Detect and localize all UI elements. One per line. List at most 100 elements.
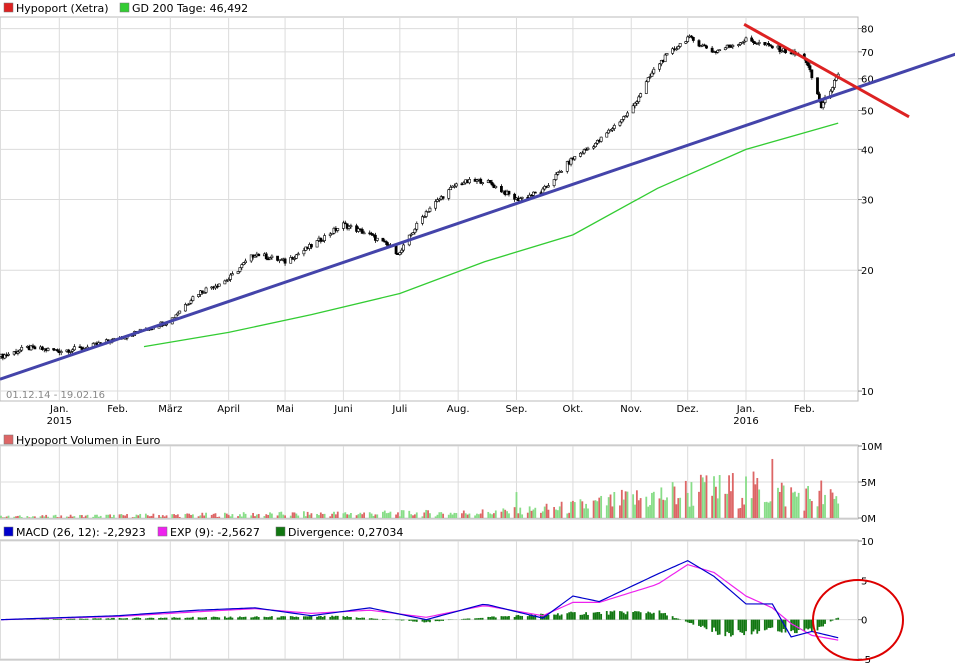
volume-bar xyxy=(649,505,651,518)
divergence-bar xyxy=(637,611,640,620)
divergence-bar xyxy=(515,615,518,620)
divergence-bar xyxy=(692,619,695,625)
volume-bar xyxy=(449,512,452,518)
volume-bar xyxy=(716,498,719,518)
volume-bar xyxy=(99,515,102,518)
divergence-bar xyxy=(613,610,616,620)
volume-bar xyxy=(383,510,386,518)
divergence-bar xyxy=(809,619,811,629)
volume-bar xyxy=(750,498,753,518)
divergence-bar xyxy=(671,616,674,620)
volume-bar xyxy=(487,511,490,518)
divergence-bar xyxy=(605,611,608,620)
volume-bar xyxy=(594,500,597,518)
volume-bar xyxy=(60,515,63,518)
divergence-bar xyxy=(487,616,490,620)
volume-bar xyxy=(160,516,162,518)
divergence-bar xyxy=(626,611,629,620)
volume-bar xyxy=(528,506,531,518)
divergence-bar xyxy=(436,619,439,622)
divergence-bar xyxy=(45,619,48,620)
volume-bar xyxy=(637,500,640,518)
divergence-bar xyxy=(701,619,704,626)
divergence-bar xyxy=(319,615,322,620)
divergence-bar xyxy=(468,618,471,620)
macd-tick-label: 5 xyxy=(861,576,867,587)
volume-bar xyxy=(543,506,546,518)
candle-body xyxy=(394,245,398,255)
candle-body xyxy=(750,37,754,42)
divergence-bar xyxy=(374,618,377,620)
candle-body xyxy=(554,174,558,180)
volume-bar xyxy=(186,513,189,518)
volume-bar xyxy=(382,511,384,518)
divergence-bar xyxy=(462,618,465,620)
divergence-bar xyxy=(333,616,335,620)
divergence-bar xyxy=(526,616,529,620)
candle-body xyxy=(283,258,287,264)
volume-bar xyxy=(686,492,689,518)
candle-body xyxy=(415,223,419,230)
divergence-bar xyxy=(652,612,655,620)
volume-bar xyxy=(752,471,755,518)
divergence-bar xyxy=(257,617,260,620)
candle-body xyxy=(178,310,182,314)
volume-bar xyxy=(191,514,194,518)
divergence-bar xyxy=(186,617,189,620)
volume-bar xyxy=(506,511,508,518)
divergence-bar xyxy=(126,618,128,620)
divergence-bar xyxy=(350,616,352,620)
divergence-bar xyxy=(572,612,574,620)
divergence-bar xyxy=(263,616,266,620)
volume-bar xyxy=(122,515,125,518)
volume-bar xyxy=(163,516,166,518)
volume-bar xyxy=(161,515,164,518)
volume-bar xyxy=(58,517,61,518)
volume-bar xyxy=(647,506,650,518)
divergence-bar xyxy=(191,616,194,620)
volume-bar xyxy=(158,515,160,518)
volume-bar xyxy=(389,511,392,518)
divergence-bar xyxy=(521,615,524,620)
volume-bar xyxy=(175,515,177,518)
divergence-bar xyxy=(822,619,825,627)
volume-bar xyxy=(265,514,268,518)
candle-body xyxy=(620,119,624,123)
volume-bar xyxy=(521,514,524,518)
volume-bar xyxy=(225,513,228,518)
volume-bar xyxy=(573,502,576,518)
candle-body xyxy=(315,240,319,248)
volume-bar xyxy=(45,514,48,518)
volume-bar xyxy=(1,517,4,518)
volume-bar xyxy=(555,509,557,518)
exp-legend-swatch xyxy=(157,526,168,537)
volume-bar xyxy=(822,504,825,518)
volume-bar xyxy=(150,515,153,518)
volume-bar xyxy=(477,514,480,518)
volume-bar xyxy=(553,507,556,518)
divergence-bar xyxy=(658,610,661,620)
volume-bar xyxy=(566,513,569,518)
volume-bar xyxy=(333,511,335,518)
volume-bar xyxy=(52,515,55,518)
divergence-bar xyxy=(769,619,772,629)
divergence-bar xyxy=(778,619,781,632)
volume-bar xyxy=(289,515,292,518)
volume-bar xyxy=(596,501,599,518)
divergence-bar xyxy=(596,612,599,620)
divergence-bar xyxy=(216,617,219,620)
divergence-bar xyxy=(739,619,742,633)
divergence-bar xyxy=(730,619,732,637)
volume-bar xyxy=(126,514,128,518)
volume-bar xyxy=(745,476,747,518)
divergence-bar xyxy=(829,619,832,622)
volume-bar xyxy=(3,517,6,518)
divergence-bar xyxy=(252,617,254,620)
divergence-bar xyxy=(803,619,806,631)
volume-bar xyxy=(131,517,134,518)
volume-bar xyxy=(451,514,454,518)
volume-bar xyxy=(605,505,608,518)
divergence-bar xyxy=(133,617,136,620)
volume-bar xyxy=(412,515,414,518)
volume-bar xyxy=(242,512,245,518)
